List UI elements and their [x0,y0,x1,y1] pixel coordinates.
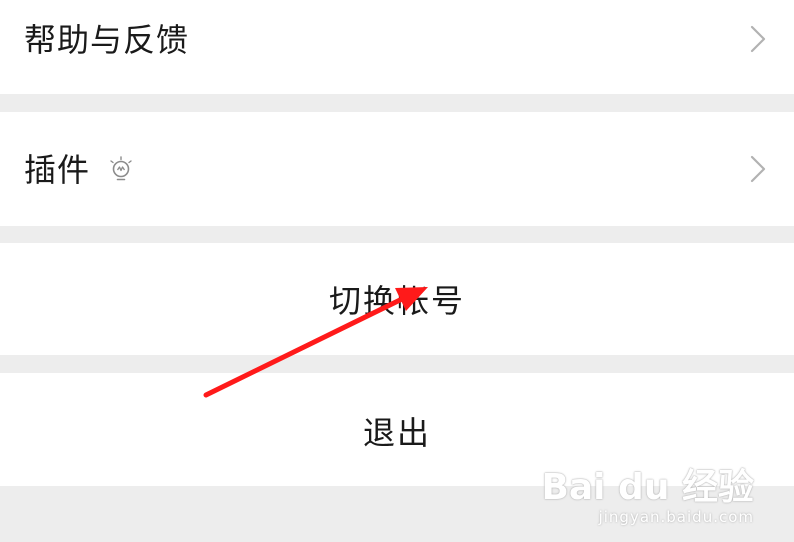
help-feedback-row[interactable]: 帮助与反馈 [0,0,794,94]
watermark-brand: Bai du 经验 [541,467,754,508]
baidu-jingyan-watermark: Bai du 经验 jingyan.baidu.com [541,467,754,527]
lightbulb-icon [110,156,132,181]
help-feedback-label: 帮助与反馈 [24,21,190,59]
chevron-right-icon [750,155,766,183]
switch-account-button[interactable]: 切换帐号 [0,243,794,355]
switch-account-label: 切换帐号 [328,282,465,320]
watermark-site: jingyan.baidu.com [598,508,754,526]
logout-label: 退出 [362,414,431,452]
plugins-label: 插件 [24,151,91,189]
chevron-right-icon [750,25,766,53]
plugins-row[interactable]: 插件 [0,112,794,226]
